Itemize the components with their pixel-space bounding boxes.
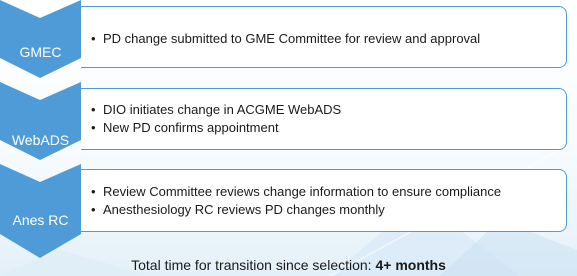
step-3-chevron: Anes RC xyxy=(0,164,81,258)
footer-text: Total time for transition since selectio… xyxy=(131,257,376,273)
step-2-chevron: WebADS xyxy=(0,82,81,160)
step-2-label: WebADS xyxy=(11,132,70,148)
step-2-box: DIO initiates change in ACGME WebADS New… xyxy=(81,88,567,150)
step-3-bullet-2: Anesthesiology RC reviews PD changes mon… xyxy=(89,201,566,219)
step-1-bullet-1: PD change submitted to GME Committee for… xyxy=(89,30,566,48)
step-2-bullet-2: New PD confirms appointment xyxy=(89,119,566,137)
footer-emphasis: 4+ months xyxy=(375,257,446,273)
step-2-bullet-1: DIO initiates change in ACGME WebADS xyxy=(89,101,566,119)
step-1-box: PD change submitted to GME Committee for… xyxy=(81,6,567,68)
step-1-label: GMEC xyxy=(19,44,62,60)
step-3-label: Anes RC xyxy=(12,212,69,228)
step-3-box: Review Committee reviews change informat… xyxy=(81,169,567,232)
step-1-chevron: GMEC xyxy=(0,0,81,78)
step-3-bullet-1: Review Committee reviews change informat… xyxy=(89,183,566,201)
footer-note: Total time for transition since selectio… xyxy=(0,257,577,273)
